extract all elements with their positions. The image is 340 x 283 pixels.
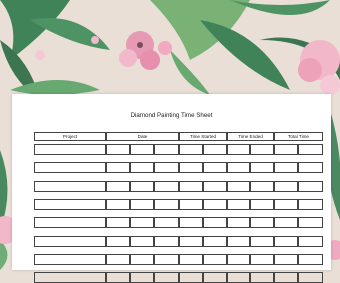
project-cell[interactable] bbox=[34, 198, 106, 210]
table-row: / /::: bbox=[34, 162, 323, 174]
date-separator: / bbox=[129, 201, 131, 207]
time-separator: : bbox=[297, 201, 299, 207]
date-separator: / bbox=[129, 238, 131, 244]
start-minute-cell[interactable] bbox=[203, 144, 227, 155]
time-separator: : bbox=[249, 183, 251, 189]
total-minute-cell[interactable] bbox=[298, 272, 323, 283]
date-separator: / bbox=[153, 238, 155, 244]
time-separator: : bbox=[297, 275, 299, 281]
project-cell[interactable] bbox=[34, 217, 106, 229]
date-separator: / bbox=[153, 256, 155, 262]
date-separator: / bbox=[153, 183, 155, 189]
start-minute-cell[interactable] bbox=[203, 235, 227, 247]
date-year-cell[interactable] bbox=[154, 217, 179, 229]
total-minute-cell[interactable] bbox=[298, 180, 323, 192]
end-minute-cell[interactable] bbox=[250, 198, 274, 210]
time-separator: : bbox=[249, 256, 251, 262]
time-separator: : bbox=[297, 165, 299, 171]
time-separator: : bbox=[249, 275, 251, 281]
table-row: / /::: bbox=[34, 253, 323, 265]
palm-leaf-icon bbox=[0, 0, 110, 100]
column-header-time-ended: Time Ended bbox=[238, 134, 263, 139]
time-separator: : bbox=[249, 220, 251, 226]
end-minute-cell[interactable] bbox=[250, 253, 274, 265]
end-minute-cell[interactable] bbox=[250, 162, 274, 174]
date-separator: / bbox=[153, 147, 155, 152]
total-minute-cell[interactable] bbox=[298, 162, 323, 174]
start-minute-cell[interactable] bbox=[203, 253, 227, 265]
project-cell[interactable] bbox=[34, 144, 106, 155]
flower-icon bbox=[119, 31, 172, 70]
date-separator: / bbox=[129, 256, 131, 262]
time-separator: : bbox=[202, 165, 204, 171]
table-header: Project Date Time Started Time Ended Tot… bbox=[34, 132, 323, 141]
time-separator: : bbox=[249, 147, 251, 152]
end-minute-cell[interactable] bbox=[250, 217, 274, 229]
date-separator: / bbox=[129, 183, 131, 189]
date-separator: / bbox=[129, 275, 131, 281]
date-separator: / bbox=[153, 165, 155, 171]
total-minute-cell[interactable] bbox=[298, 253, 323, 265]
time-separator: : bbox=[249, 165, 251, 171]
start-minute-cell[interactable] bbox=[203, 162, 227, 174]
time-separator: : bbox=[249, 201, 251, 207]
date-year-cell[interactable] bbox=[154, 235, 179, 247]
column-header-date: Date bbox=[137, 134, 148, 139]
time-separator: : bbox=[297, 147, 299, 152]
time-sheet-page: Diamond Painting Time Sheet Project Date… bbox=[12, 94, 331, 283]
project-cell[interactable] bbox=[34, 272, 106, 283]
column-header-total-time: Total Time bbox=[288, 134, 309, 139]
total-minute-cell[interactable] bbox=[298, 217, 323, 229]
time-separator: : bbox=[297, 220, 299, 226]
time-separator: : bbox=[202, 201, 204, 207]
page-title: Diamond Painting Time Sheet bbox=[130, 112, 213, 119]
column-header-project: Project bbox=[62, 134, 78, 139]
time-separator: : bbox=[202, 147, 204, 152]
date-separator: / bbox=[153, 220, 155, 226]
project-cell[interactable] bbox=[34, 235, 106, 247]
start-minute-cell[interactable] bbox=[203, 198, 227, 210]
flower-icon bbox=[298, 40, 340, 95]
total-minute-cell[interactable] bbox=[298, 144, 323, 155]
start-minute-cell[interactable] bbox=[203, 180, 227, 192]
project-cell[interactable] bbox=[34, 180, 106, 192]
date-year-cell[interactable] bbox=[154, 180, 179, 192]
date-separator: / bbox=[129, 165, 131, 171]
date-year-cell[interactable] bbox=[154, 144, 179, 155]
start-minute-cell[interactable] bbox=[203, 217, 227, 229]
date-separator: / bbox=[153, 201, 155, 207]
date-year-cell[interactable] bbox=[154, 272, 179, 283]
date-separator: / bbox=[153, 275, 155, 281]
project-cell[interactable] bbox=[34, 162, 106, 174]
date-year-cell[interactable] bbox=[154, 198, 179, 210]
time-separator: : bbox=[249, 238, 251, 244]
end-minute-cell[interactable] bbox=[250, 272, 274, 283]
time-separator: : bbox=[202, 238, 204, 244]
end-minute-cell[interactable] bbox=[250, 180, 274, 192]
table-row: / /::: bbox=[34, 272, 323, 283]
project-cell[interactable] bbox=[34, 253, 106, 265]
date-separator: / bbox=[129, 147, 131, 152]
total-minute-cell[interactable] bbox=[298, 235, 323, 247]
date-year-cell[interactable] bbox=[154, 162, 179, 174]
table-row: / /::: bbox=[34, 235, 323, 247]
time-separator: : bbox=[297, 256, 299, 262]
end-minute-cell[interactable] bbox=[250, 144, 274, 155]
table-row: / /::: bbox=[34, 144, 323, 155]
date-separator: / bbox=[129, 220, 131, 226]
table-row: / /::: bbox=[34, 217, 323, 229]
table-row: / /::: bbox=[34, 198, 323, 210]
time-separator: : bbox=[202, 275, 204, 281]
end-minute-cell[interactable] bbox=[250, 235, 274, 247]
date-year-cell[interactable] bbox=[154, 253, 179, 265]
time-separator: : bbox=[202, 256, 204, 262]
time-separator: : bbox=[202, 183, 204, 189]
table-row: / /::: bbox=[34, 180, 323, 192]
time-separator: : bbox=[202, 220, 204, 226]
time-separator: : bbox=[297, 183, 299, 189]
time-separator: : bbox=[297, 238, 299, 244]
start-minute-cell[interactable] bbox=[203, 272, 227, 283]
column-header-time-started: Time Started bbox=[189, 134, 217, 139]
total-minute-cell[interactable] bbox=[298, 198, 323, 210]
